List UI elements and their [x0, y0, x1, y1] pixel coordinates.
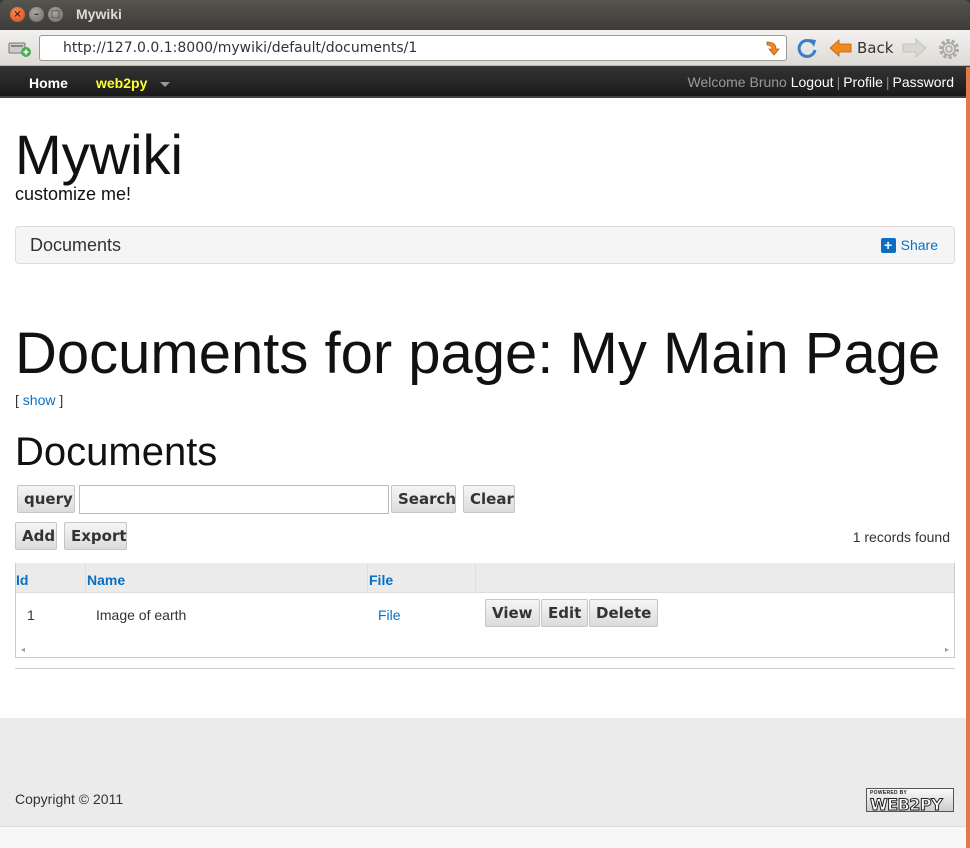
logout-link[interactable]: Logout: [791, 74, 834, 90]
browser-toolbar: http://127.0.0.1:8000/mywiki/default/doc…: [0, 30, 970, 66]
column-divider: [85, 563, 86, 593]
password-link[interactable]: Password: [893, 74, 954, 90]
export-button[interactable]: Export: [64, 522, 127, 550]
search-button[interactable]: Search: [391, 485, 456, 513]
section-heading: Documents: [15, 430, 218, 474]
powered-by-web2py-badge[interactable]: POWERED BY WEB2PY: [866, 788, 954, 815]
maximize-window-button[interactable]: □: [48, 7, 63, 22]
breadcrumb-title: Documents: [30, 235, 122, 255]
divider: [15, 668, 955, 669]
search-input[interactable]: [79, 485, 389, 514]
nav-app-menu[interactable]: web2py: [96, 75, 147, 91]
window-title: Mywiki: [76, 6, 122, 22]
delete-button[interactable]: Delete: [589, 599, 659, 627]
share-link[interactable]: + Share: [880, 237, 938, 253]
welcome-text: Welcome Bruno: [687, 74, 787, 90]
column-header-id[interactable]: Id: [16, 572, 28, 588]
column-header-file[interactable]: File: [369, 572, 393, 588]
show-prefix: [: [15, 392, 19, 408]
show-toggle: [ show ]: [15, 392, 63, 408]
top-navbar: Home web2py Welcome Bruno Logout | Profile…: [0, 67, 966, 98]
page-viewport: Home web2py Welcome Bruno Logout | Profile…: [0, 67, 970, 848]
plus-icon: +: [880, 237, 896, 253]
documents-table: Id Name File 1 Image of earth File View …: [15, 563, 955, 658]
nav-separator: |: [885, 74, 890, 90]
page-footer: Copyright © 2011 POWERED BY WEB2PY: [0, 718, 966, 826]
column-divider: [367, 563, 368, 593]
scroll-right-icon[interactable]: ▸: [945, 645, 949, 654]
chevron-down-icon[interactable]: [160, 82, 170, 87]
bottom-strip: [0, 826, 966, 848]
query-button[interactable]: query: [17, 485, 75, 513]
add-button[interactable]: Add: [15, 522, 57, 550]
page-title: Documents for page: My Main Page: [15, 321, 941, 386]
edit-button[interactable]: Edit: [541, 599, 589, 627]
scroll-left-icon[interactable]: ◂: [21, 645, 25, 654]
records-count: 1 records found: [852, 529, 950, 545]
back-arrow-icon: [829, 39, 852, 57]
share-label: Share: [900, 237, 938, 253]
page-icon[interactable]: [8, 39, 32, 57]
gear-icon[interactable]: [936, 36, 962, 62]
site-title: Mywiki: [15, 123, 183, 186]
cell-file-link[interactable]: File: [378, 607, 401, 623]
column-header-name[interactable]: Name: [87, 572, 125, 588]
close-window-button[interactable]: ×: [10, 7, 25, 22]
profile-link[interactable]: Profile: [843, 74, 883, 90]
badge-logo-text: WEB2PY: [869, 795, 943, 815]
nav-home-link[interactable]: Home: [29, 75, 68, 91]
reload-icon[interactable]: [795, 37, 819, 59]
column-divider: [475, 563, 476, 593]
site-subtitle: customize me!: [15, 184, 132, 204]
breadcrumb: Documents + Share: [15, 226, 955, 264]
nav-separator: |: [836, 74, 841, 90]
cell-id: 1: [27, 607, 35, 623]
forward-arrow-icon[interactable]: [901, 38, 927, 58]
scrollbar[interactable]: [966, 67, 970, 848]
go-icon[interactable]: [764, 39, 782, 57]
clear-button[interactable]: Clear: [463, 485, 515, 513]
minimize-window-button[interactable]: –: [29, 7, 44, 22]
auth-navbar: Welcome Bruno Logout | Profile | Password: [688, 74, 955, 90]
show-suffix: ]: [59, 392, 64, 408]
back-button[interactable]: Back: [829, 35, 893, 61]
back-label: Back: [857, 39, 894, 57]
view-button[interactable]: View: [485, 599, 540, 627]
address-bar[interactable]: http://127.0.0.1:8000/mywiki/default/doc…: [39, 35, 787, 61]
cell-name: Image of earth: [96, 607, 187, 623]
window-titlebar: × – □ Mywiki: [0, 0, 970, 30]
url-text[interactable]: http://127.0.0.1:8000/mywiki/default/doc…: [63, 40, 417, 56]
table-header: Id Name File: [16, 563, 954, 593]
copyright-text: Copyright © 2011: [15, 791, 124, 807]
show-link[interactable]: show: [23, 392, 56, 408]
